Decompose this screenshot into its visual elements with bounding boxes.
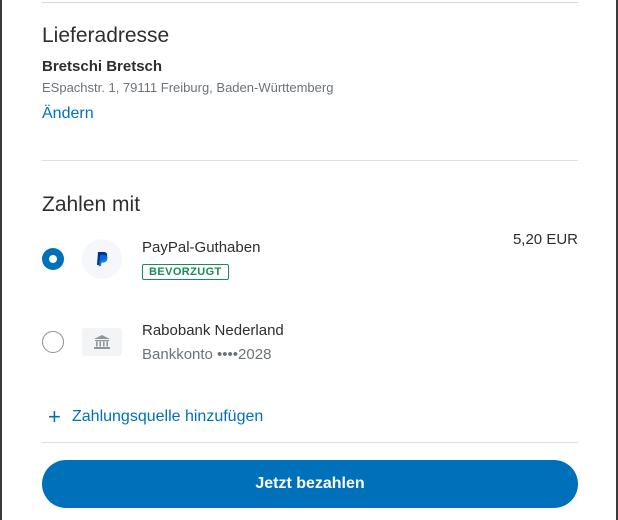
shipping-title: Lieferadresse bbox=[42, 24, 170, 47]
bank-account-detail: Bankkonto ••••2028 bbox=[142, 346, 272, 363]
add-payment-source-label: Zahlungsquelle hinzufügen bbox=[72, 408, 264, 425]
section-divider bbox=[42, 160, 578, 161]
paypal-logo-icon bbox=[82, 239, 122, 279]
preferred-badge: BEVORZUGT bbox=[142, 264, 229, 280]
radio-bank-account[interactable] bbox=[42, 331, 64, 353]
bottom-divider bbox=[42, 442, 578, 443]
change-address-link[interactable]: Ändern bbox=[42, 105, 94, 123]
payment-title: Zahlen mit bbox=[42, 193, 141, 216]
balance-amount: 5,20 EUR bbox=[512, 231, 578, 248]
top-divider bbox=[42, 2, 578, 3]
add-payment-source-link[interactable]: + Zahlungsquelle hinzufügen bbox=[48, 406, 263, 428]
shipping-address: ESpachstr. 1, 79111 Freiburg, Baden-Würt… bbox=[42, 80, 334, 95]
method-name-paypal: PayPal-Guthaben bbox=[142, 239, 261, 256]
shipping-name: Bretschi Bretsch bbox=[42, 58, 163, 75]
method-name-bank: Rabobank Nederland bbox=[142, 322, 284, 339]
pay-now-button[interactable]: Jetzt bezahlen bbox=[42, 460, 578, 508]
plus-icon: + bbox=[48, 404, 61, 429]
bank-icon bbox=[82, 328, 122, 356]
radio-paypal-balance[interactable] bbox=[42, 248, 64, 270]
window-border-left bbox=[0, 0, 2, 520]
